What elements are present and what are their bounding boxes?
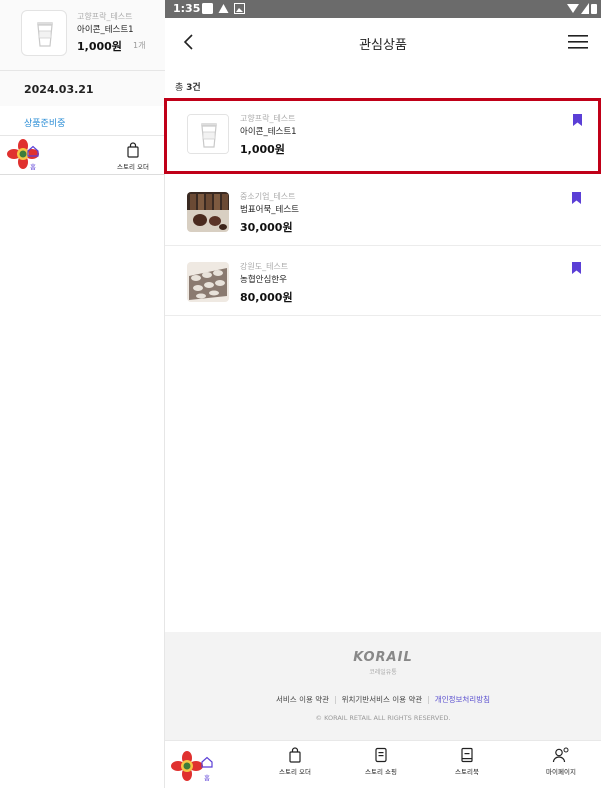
wishlist-item[interactable]: 강원도_테스트 농협안심한우 80,000원 <box>165 246 601 316</box>
product-quantity: 1개 <box>133 41 146 50</box>
korail-logo-subtext: 코레일유통 <box>369 669 397 676</box>
order-date-row: 2024.03.21 <box>0 71 165 106</box>
product-name: 아이콘_테스트1 <box>77 25 134 35</box>
bookmark-icon[interactable] <box>572 192 581 204</box>
bookmark-icon[interactable] <box>573 114 582 126</box>
left-tab-home-label: 홈 <box>30 163 36 171</box>
tab-storybook-label: 스토리북 <box>455 768 479 776</box>
seller-name: 고향프락_테스트 <box>77 12 133 21</box>
coffee-cup-thumbnail <box>187 114 229 154</box>
item-count: 총 3건 <box>175 80 201 93</box>
book-icon <box>461 747 473 763</box>
divider: | <box>427 695 430 704</box>
left-tab-story-order-label: 스토리 오더 <box>117 163 149 171</box>
home-icon <box>201 756 213 768</box>
tab-story-order-label: 스토리 오더 <box>279 768 311 776</box>
korail-logo-text: KORAIL <box>353 650 413 665</box>
order-item-card[interactable]: 고향프락_테스트 아이콘_테스트1 1,000원 1개 <box>21 10 161 58</box>
seller-name: 중소기업_테스트 <box>240 192 296 201</box>
divider: | <box>334 695 337 704</box>
tab-home-label: 홈 <box>204 774 210 782</box>
bottom-tab-bar: 홈 스토리 오더 스토리 쇼핑 스토리북 마이페이지 <box>165 740 601 788</box>
order-date: 2024.03.21 <box>24 83 94 96</box>
user-icon <box>552 747 569 763</box>
tab-my-page[interactable]: 마이페이지 <box>531 747 591 776</box>
tab-home[interactable]: 홈 <box>177 755 237 782</box>
status-bar: 1:35 <box>165 0 601 18</box>
product-price: 1,000원 <box>77 40 122 53</box>
location-terms-link[interactable]: 위치기반서비스 이용 약관 <box>342 695 423 704</box>
notification-icon <box>202 3 213 14</box>
product-name: 범표어묵_테스트 <box>240 205 299 215</box>
app-bar: 관심상품 <box>165 18 601 64</box>
home-icon <box>27 145 39 157</box>
seller-name: 고향프락_테스트 <box>240 114 296 123</box>
left-bottom-bar: 홈 스토리 오더 <box>0 135 165 175</box>
product-price: 30,000원 <box>240 221 293 234</box>
left-tab-story-order[interactable]: 스토리 오더 <box>108 142 158 171</box>
shopping-icon <box>375 747 387 763</box>
left-tab-home[interactable]: 홈 <box>13 144 53 171</box>
tea-set-thumbnail <box>187 192 229 232</box>
sliced-meat-thumbnail <box>187 262 229 302</box>
product-name: 농협안심한우 <box>240 275 287 285</box>
tab-story-shopping[interactable]: 스토리 쇼핑 <box>351 747 411 776</box>
signal-icon <box>581 3 589 14</box>
product-price: 1,000원 <box>240 143 285 156</box>
tab-story-order[interactable]: 스토리 오더 <box>265 747 325 776</box>
battery-icon <box>591 4 597 14</box>
footer: KORAIL 코레일유통 서비스 이용 약관 | 위치기반서비스 이용 약관 | 개인정… <box>165 632 601 740</box>
korail-logo: KORAIL 코레일유통 <box>165 650 601 676</box>
item-count-value: 3건 <box>186 83 201 93</box>
coffee-cup-thumbnail <box>21 10 67 56</box>
wifi-icon <box>567 4 579 13</box>
bookmark-icon[interactable] <box>572 262 581 274</box>
bag-icon <box>127 142 139 158</box>
footer-links: 서비스 이용 약관 | 위치기반서비스 이용 약관 | 개인정보처리방침 <box>165 694 601 705</box>
hamburger-menu-icon[interactable] <box>565 30 591 54</box>
status-time: 1:35 <box>173 2 201 15</box>
bag-icon <box>289 747 301 763</box>
order-status: 상품준비중 <box>24 119 66 129</box>
tab-story-shopping-label: 스토리 쇼핑 <box>365 768 397 776</box>
copyright: © KORAIL RETAIL ALL RIGHTS RESERVED. <box>315 714 451 722</box>
page-title: 관심상품 <box>359 38 407 53</box>
warning-icon <box>218 4 229 13</box>
seller-name: 강원도_테스트 <box>240 262 289 271</box>
wishlist-item[interactable]: 중소기업_테스트 범표어묵_테스트 30,000원 <box>165 176 601 246</box>
left-panel: 고향프락_테스트 아이콘_테스트1 1,000원 1개 2024.03.21 상… <box>0 0 165 788</box>
terms-link[interactable]: 서비스 이용 약관 <box>276 695 329 704</box>
tab-storybook[interactable]: 스토리북 <box>437 747 497 776</box>
privacy-policy-link[interactable]: 개인정보처리방침 <box>435 695 490 704</box>
product-name: 아이콘_테스트1 <box>240 127 297 137</box>
tab-my-page-label: 마이페이지 <box>546 768 576 776</box>
product-price: 80,000원 <box>240 291 293 304</box>
photo-icon <box>234 3 245 14</box>
item-count-prefix: 총 <box>175 83 184 93</box>
wishlist-item[interactable]: 고향프락_테스트 아이콘_테스트1 1,000원 <box>164 98 601 174</box>
phone-screen: 1:35 관심상품 총 3건 고향프락_테스트 아이콘_테스트1 1,000원 … <box>164 0 601 788</box>
